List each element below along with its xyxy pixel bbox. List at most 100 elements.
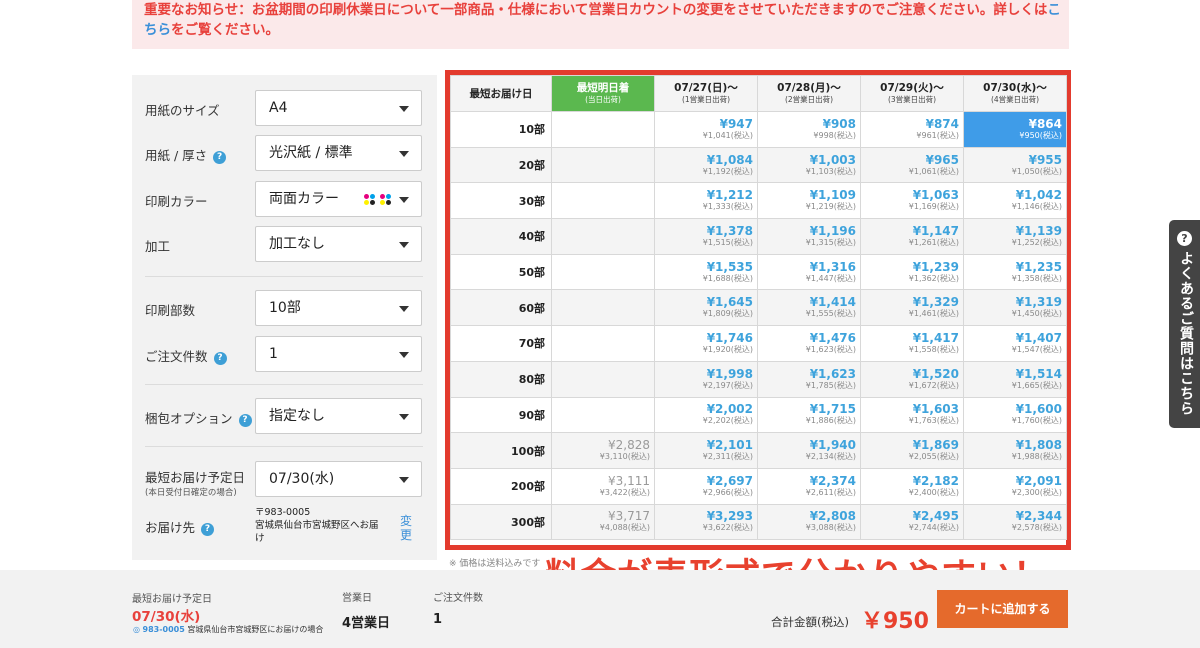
price-cell[interactable]: ¥1,808 ¥1,988(税込) — [963, 432, 1067, 469]
price-cell[interactable]: ¥3,293 ¥3,622(税込) — [654, 503, 758, 541]
price-cell[interactable]: ¥1,715 ¥1,886(税込) — [757, 396, 861, 434]
price-cell[interactable]: ¥1,139 ¥1,252(税込) — [963, 218, 1067, 255]
chevron-down-icon — [399, 414, 409, 420]
print-color-select[interactable]: 両面カラー — [255, 181, 422, 217]
price-cell[interactable]: ¥2,808 ¥3,088(税込) — [757, 503, 861, 541]
footer-address: ◎ 983-0005 宮城県仙台市宮城野区にお届けの場合 — [133, 624, 323, 635]
footer-zip[interactable]: 983-0005 — [143, 625, 185, 634]
print-color-label: 印刷カラー — [145, 194, 208, 209]
divider — [145, 384, 423, 385]
option-packing: 梱包オプション? 指定なし — [132, 398, 437, 434]
price-cell[interactable]: ¥2,495 ¥2,744(税込) — [860, 503, 964, 541]
paper-type-select[interactable]: 光沢紙 / 標準 — [255, 135, 422, 171]
price-cell[interactable]: ¥1,645 ¥1,809(税込) — [654, 289, 758, 327]
price-cell[interactable]: ¥1,212 ¥1,333(税込) — [654, 182, 758, 220]
column-title: 最短明日着 — [576, 81, 630, 94]
price-cell[interactable]: ¥2,344 ¥2,578(税込) — [963, 503, 1067, 541]
cmyk-dots-icon — [364, 194, 392, 206]
price-inc-tax: ¥2,578(税込) — [1011, 523, 1062, 533]
price-cell[interactable]: ¥1,869 ¥2,055(税込) — [860, 432, 964, 469]
print-qty-select[interactable]: 10部 — [255, 290, 422, 326]
price-cell[interactable]: ¥1,239 ¥1,362(税込) — [860, 253, 964, 291]
price-cell[interactable]: ¥1,109 ¥1,219(税込) — [757, 182, 861, 220]
price-cell[interactable]: ¥1,514 ¥1,665(税込) — [963, 360, 1067, 398]
price-ex-tax: ¥1,319 — [1015, 295, 1062, 310]
help-icon[interactable]: ? — [213, 151, 227, 164]
price-cell[interactable]: ¥2,697 ¥2,966(税込) — [654, 467, 758, 505]
price-cell[interactable]: ¥1,378 ¥1,515(税込) — [654, 218, 758, 255]
footer-business-days: 4営業日 — [342, 616, 391, 631]
destination-address-text: 宮城県仙台市宮城野区へお届け — [255, 520, 379, 544]
price-cell[interactable]: ¥1,414 ¥1,555(税込) — [757, 289, 861, 327]
price-cell[interactable]: ¥947 ¥1,041(税込) — [654, 111, 758, 148]
paper-type-label: 用紙 / 厚さ? — [145, 145, 227, 164]
price-cell[interactable]: ¥2,101 ¥2,311(税込) — [654, 432, 758, 469]
paper-size-select[interactable]: A4 — [255, 90, 422, 126]
price-ex-tax: ¥1,235 — [1015, 259, 1062, 274]
delivery-date-sublabel: (本日受付日確定の場合) — [145, 488, 237, 498]
price-ex-tax: ¥1,212 — [706, 188, 753, 203]
price-ex-tax: ¥864 — [1028, 116, 1062, 131]
price-inc-tax: ¥998(税込) — [813, 130, 856, 140]
price-ex-tax: ¥1,600 — [1015, 402, 1062, 417]
price-cell[interactable]: ¥1,600 ¥1,760(税込) — [963, 396, 1067, 434]
price-cell[interactable]: ¥3,717 ¥4,088(税込) — [551, 503, 655, 541]
price-inc-tax: ¥1,261(税込) — [908, 237, 959, 247]
price-cell[interactable]: ¥1,084 ¥1,192(税込) — [654, 146, 758, 184]
price-cell[interactable]: ¥1,417 ¥1,558(税込) — [860, 325, 964, 362]
price-cell[interactable]: ¥955 ¥1,050(税込) — [963, 146, 1067, 184]
price-cell[interactable]: ¥1,235 ¥1,358(税込) — [963, 253, 1067, 291]
packing-label: 梱包オプション? — [145, 408, 252, 427]
delivery-date-select[interactable]: 07/30(水) — [255, 461, 422, 497]
quantity-cell: 300部 — [450, 503, 552, 541]
price-cell[interactable]: ¥1,940 ¥2,134(税込) — [757, 432, 861, 469]
processing-select[interactable]: 加工なし — [255, 226, 422, 262]
footer-business-days-label: 営業日 — [342, 593, 372, 604]
price-cell[interactable]: ¥1,998 ¥2,197(税込) — [654, 360, 758, 398]
order-count-select[interactable]: 1 — [255, 336, 422, 372]
help-icon[interactable]: ? — [213, 352, 227, 365]
price-cell[interactable]: ¥874 ¥961(税込) — [860, 111, 964, 148]
price-cell[interactable]: ¥1,520 ¥1,672(税込) — [860, 360, 964, 398]
price-cell[interactable]: ¥1,319 ¥1,450(税込) — [963, 289, 1067, 327]
price-cell[interactable]: ¥1,746 ¥1,920(税込) — [654, 325, 758, 362]
price-inc-tax: ¥1,169(税込) — [908, 202, 959, 212]
price-cell[interactable]: ¥1,476 ¥1,623(税込) — [757, 325, 861, 362]
price-ex-tax: ¥2,495 — [912, 509, 959, 524]
table-row: 50部 ¥1,535 ¥1,688(税込) ¥1,316 ¥1,447(税込) ¥1,23… — [450, 253, 1067, 291]
price-cell[interactable]: ¥2,002 ¥2,202(税込) — [654, 396, 758, 434]
price-cell[interactable]: ¥2,091 ¥2,300(税込) — [963, 467, 1067, 505]
price-cell[interactable]: ¥1,003 ¥1,103(税込) — [757, 146, 861, 184]
price-cell[interactable]: ¥1,196 ¥1,315(税込) — [757, 218, 861, 255]
destination-label-text: お届け先 — [145, 520, 196, 535]
price-cell[interactable]: ¥864 ¥950(税込) — [963, 111, 1067, 148]
packing-select[interactable]: 指定なし — [255, 398, 422, 434]
price-cell[interactable]: ¥2,374 ¥2,611(税込) — [757, 467, 861, 505]
column-title: 07/30(水)〜 — [983, 81, 1047, 94]
price-inc-tax: ¥1,041(税込) — [702, 130, 753, 140]
table-row: 300部 ¥3,717 ¥4,088(税込) ¥3,293 ¥3,622(税込) ¥2,8… — [450, 503, 1067, 541]
help-icon[interactable]: ? — [238, 414, 252, 427]
delivery-date-label: 最短お届け予定日 (本日受付日確定の場合) — [145, 467, 245, 498]
price-cell[interactable]: ¥1,063 ¥1,169(税込) — [860, 182, 964, 220]
faq-tab[interactable]: ? よくあるご質問はこちら — [1169, 220, 1200, 428]
price-cell[interactable]: ¥3,111 ¥3,422(税込) — [551, 467, 655, 505]
add-to-cart-button[interactable]: カートに追加する — [937, 590, 1068, 628]
change-destination-link[interactable]: 変更 — [400, 514, 414, 542]
price-cell[interactable]: ¥1,623 ¥1,785(税込) — [757, 360, 861, 398]
price-cell[interactable]: ¥2,182 ¥2,400(税込) — [860, 467, 964, 505]
price-cell[interactable]: ¥1,147 ¥1,261(税込) — [860, 218, 964, 255]
price-ex-tax: ¥1,623 — [809, 366, 856, 381]
price-table-frame: 最短お届け日 最短明日着 (当日出荷) 07/27(日)〜 (1営業日出荷) 07/28(… — [445, 70, 1071, 550]
price-cell[interactable]: ¥1,535 ¥1,688(税込) — [654, 253, 758, 291]
price-cell[interactable]: ¥1,042 ¥1,146(税込) — [963, 182, 1067, 220]
price-cell[interactable]: ¥965 ¥1,061(税込) — [860, 146, 964, 184]
price-cell[interactable]: ¥1,407 ¥1,547(税込) — [963, 325, 1067, 362]
price-cell[interactable]: ¥2,828 ¥3,110(税込) — [551, 432, 655, 469]
price-cell[interactable]: ¥1,316 ¥1,447(税込) — [757, 253, 861, 291]
help-icon[interactable]: ? — [201, 523, 215, 536]
price-cell[interactable]: ¥1,329 ¥1,461(税込) — [860, 289, 964, 327]
price-cell[interactable]: ¥1,603 ¥1,763(税込) — [860, 396, 964, 434]
price-ex-tax: ¥2,002 — [706, 402, 753, 417]
price-cell[interactable]: ¥908 ¥998(税込) — [757, 111, 861, 148]
